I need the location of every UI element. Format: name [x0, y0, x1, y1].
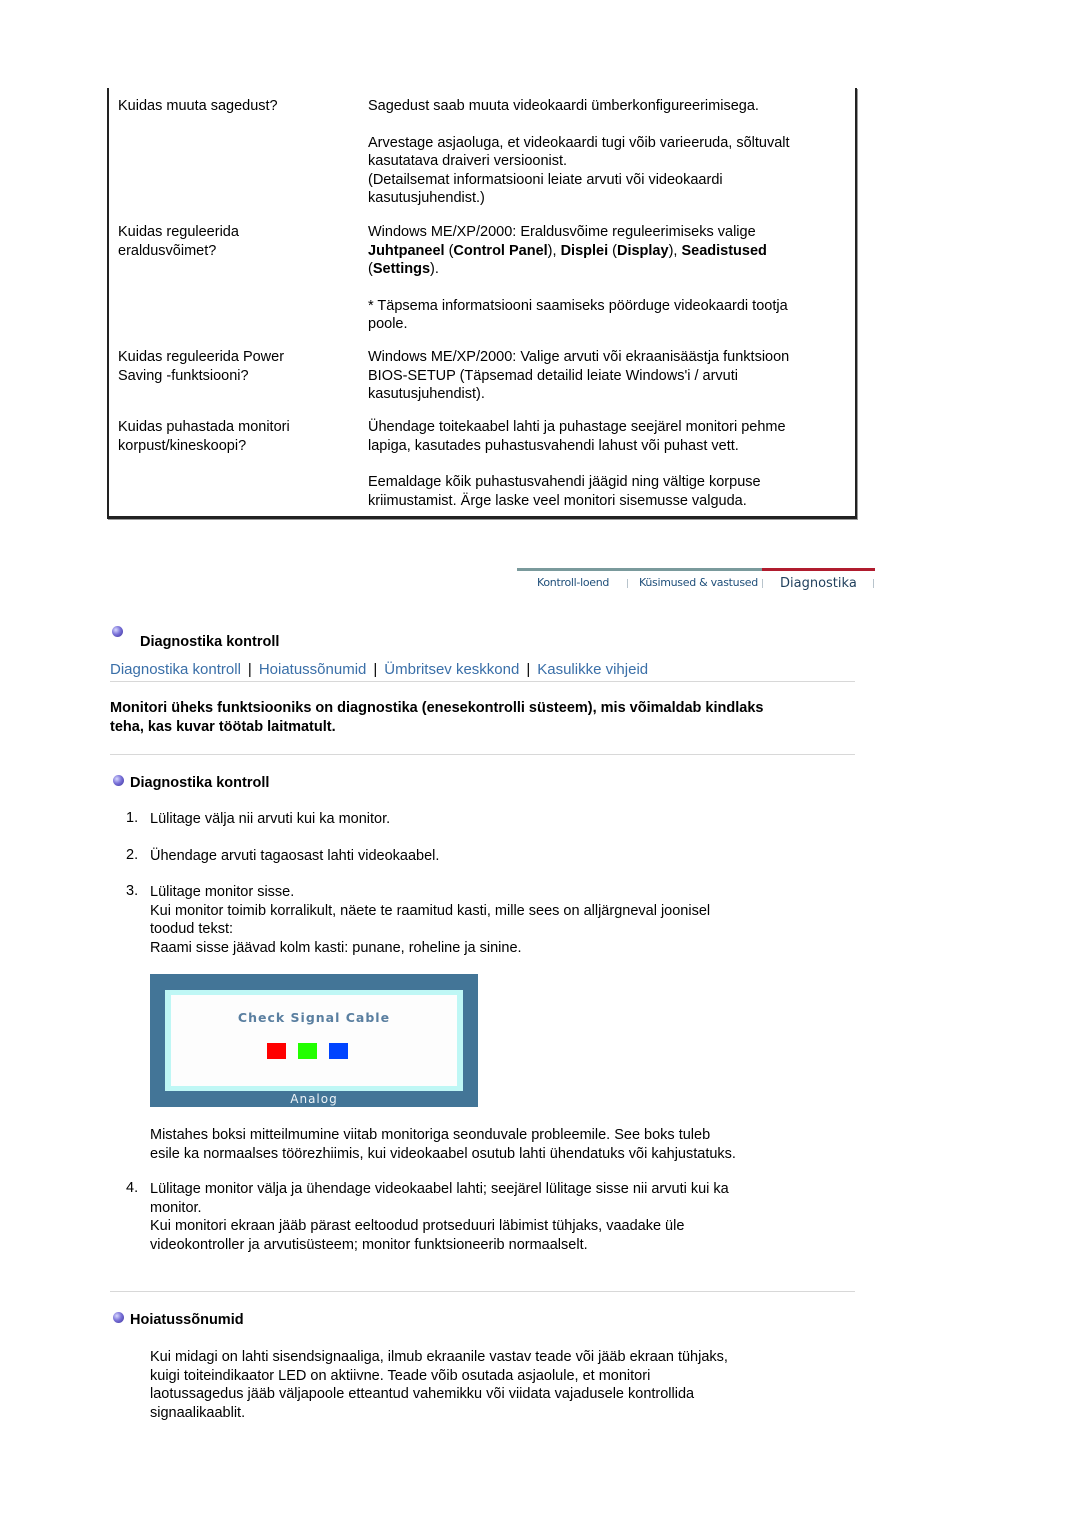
step-2: Ühendage arvuti tagaosast lahti videokaa… — [150, 848, 440, 864]
faq-answer-resolution: Windows ME/XP/2000: Eraldusvõime regulee… — [368, 224, 788, 332]
faq-question-frequency: Kuidas muuta sagedust? — [118, 98, 278, 114]
step-number: 2. — [126, 847, 139, 863]
step-3: Lülitage monitor sisse. Kui monitor toim… — [150, 884, 711, 956]
signal-message: Check Signal Cable — [237, 1010, 391, 1025]
active-tab-underline — [762, 568, 875, 571]
after-image-note: Mistahes boksi mitteilmumine viitab moni… — [150, 1127, 736, 1162]
step-number: 4. — [126, 1180, 139, 1196]
tab-underline — [517, 568, 762, 571]
tab-separator — [627, 579, 628, 588]
step-1: Lülitage välja nii arvuti kui ka monitor… — [150, 811, 391, 827]
bullet-icon — [112, 626, 123, 637]
warnings-title: Hoiatussõnumid — [130, 1312, 244, 1328]
check-signal-cable-image: Check Signal Cable Analog — [150, 974, 478, 1107]
faq-answer-frequency: Sagedust saab muuta videokaardi ümberkon… — [368, 98, 790, 206]
anchor-links: Diagnostika kontroll | Hoiatussõnumid | Ümbr… — [110, 661, 649, 678]
green-box — [298, 1043, 317, 1059]
tab-kontroll-loend[interactable]: Kontroll-loend — [537, 576, 609, 589]
bullet-icon — [113, 1312, 124, 1323]
faq-answer-power-saving: Windows ME/XP/2000: Valige arvuti või ek… — [368, 349, 790, 402]
faq-question-resolution: Kuidas reguleerida eraldusvõimet? — [118, 224, 239, 259]
monitor-bezel: Check Signal Cable — [165, 990, 463, 1091]
bold-term: Displei — [560, 242, 609, 259]
diag-title: Diagnostika kontroll — [130, 775, 270, 791]
bullet-icon — [113, 775, 124, 786]
faq-question-cleaning: Kuidas puhastada monitori korpust/kinesk… — [118, 419, 290, 454]
section-nav-tabs: Kontroll-loend Küsimused & vastused Diag… — [517, 568, 875, 598]
warnings-text: Kui midagi on lahti sisendsignaaliga, il… — [150, 1349, 728, 1421]
red-box — [267, 1043, 286, 1059]
divider — [110, 1291, 855, 1292]
bold-term: Control Panel — [453, 242, 548, 259]
tab-kusimused-vastused[interactable]: Küsimused & vastused — [639, 576, 758, 589]
divider — [110, 681, 855, 682]
tab-diagnostika[interactable]: Diagnostika — [780, 576, 857, 591]
bold-term: Display — [616, 242, 669, 259]
link-kasulikke-vihjeid[interactable]: Kasulikke vihjeid — [537, 661, 648, 678]
divider — [110, 754, 855, 755]
faq-answer-cleaning: Ühendage toitekaabel lahti ja puhastage … — [368, 419, 786, 509]
link-umbritsev-keskkond[interactable]: Ümbritsev keskkond — [384, 661, 519, 678]
tab-separator — [762, 579, 763, 588]
monitor-screen: Check Signal Cable — [171, 995, 457, 1086]
step-number: 3. — [126, 883, 139, 899]
bold-term: Settings — [372, 261, 431, 277]
tab-separator — [873, 579, 874, 588]
blue-box — [329, 1043, 348, 1059]
faq-question-power-saving: Kuidas reguleerida Power Saving -funktsi… — [118, 349, 285, 384]
step-4: Lülitage monitor välja ja ühendage video… — [150, 1181, 729, 1253]
link-diagnostika-kontroll[interactable]: Diagnostika kontroll — [110, 661, 241, 678]
intro-text: Monitori üheks funktsiooniks on diagnost… — [110, 700, 764, 735]
bold-term: Seadistused — [681, 242, 767, 259]
section-title: Diagnostika kontroll — [140, 634, 280, 650]
input-label: Analog — [290, 1092, 338, 1106]
link-hoiatussonumid[interactable]: Hoiatussõnumid — [259, 661, 367, 678]
step-number: 1. — [126, 810, 139, 826]
bold-term: Juhtpaneel — [368, 242, 445, 259]
